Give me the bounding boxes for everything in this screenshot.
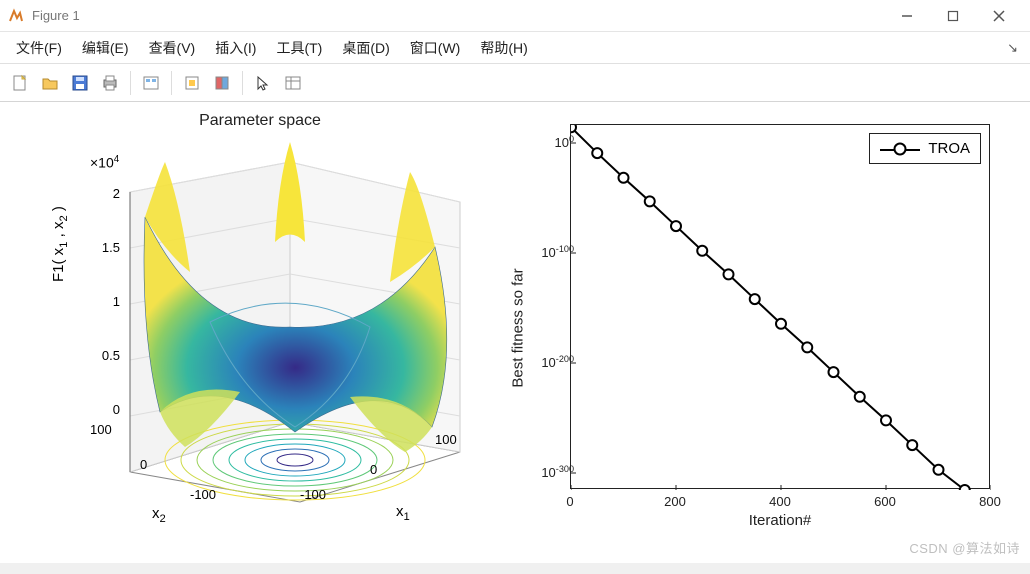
watermark: CSDN @算法如诗 — [909, 538, 1020, 557]
save-button[interactable] — [66, 69, 94, 97]
xtick: 200 — [664, 494, 686, 509]
menu-insert[interactable]: 插入(I) — [205, 34, 266, 62]
menubar: 文件(F) 编辑(E) 查看(V) 插入(I) 工具(T) 桌面(D) 窗口(W… — [0, 32, 1030, 64]
window-controls — [884, 0, 1022, 32]
legend-sample-icon — [880, 142, 920, 156]
axes-2d[interactable]: TROA 100 10-100 10-200 10-300 0 200 400 600 800… — [520, 124, 1000, 532]
line-plot — [571, 125, 991, 490]
new-figure-button[interactable] — [6, 69, 34, 97]
x1tick: 0 — [370, 462, 377, 477]
toolbar-separator — [242, 71, 243, 95]
surface-plot — [90, 132, 480, 512]
ytick: 100 — [526, 134, 574, 150]
maximize-button[interactable] — [930, 0, 976, 32]
x2tick: 100 — [90, 422, 112, 437]
x2-axis-label: x2 — [152, 505, 166, 525]
browse-figure-button[interactable] — [137, 69, 165, 97]
y-axis-label: Best fitness so far — [510, 268, 527, 387]
legend-label: TROA — [928, 140, 970, 157]
x2tick: -100 — [190, 487, 216, 502]
x1-axis-label: x1 — [396, 503, 410, 523]
ytick: 10-100 — [526, 244, 574, 260]
legend[interactable]: TROA — [869, 133, 981, 164]
axes-box: TROA — [570, 124, 990, 489]
x1tick: -100 — [300, 487, 326, 502]
toolbar — [0, 64, 1030, 102]
toolbar-separator — [171, 71, 172, 95]
axes-3d[interactable]: Parameter space ×104 0 0.5 1 1.5 2 F1( x… — [30, 112, 490, 542]
x2tick: 0 — [140, 457, 147, 472]
figure-canvas[interactable]: Parameter space ×104 0 0.5 1 1.5 2 F1( x… — [0, 102, 1030, 563]
app-icon — [8, 8, 24, 24]
ytick: 10-200 — [526, 354, 574, 370]
close-button[interactable] — [976, 0, 1022, 32]
menu-window[interactable]: 窗口(W) — [400, 34, 471, 62]
menu-file[interactable]: 文件(F) — [6, 34, 72, 62]
xtick: 800 — [979, 494, 1001, 509]
dock-arrow-icon[interactable]: ↘ — [1001, 40, 1024, 56]
xtick: 600 — [874, 494, 896, 509]
titlebar: Figure 1 — [0, 0, 1030, 32]
ytick: 10-300 — [526, 464, 574, 480]
toolbar-separator — [130, 71, 131, 95]
menu-help[interactable]: 帮助(H) — [470, 34, 537, 62]
properties-button[interactable] — [279, 69, 307, 97]
open-button[interactable] — [36, 69, 64, 97]
xtick: 0 — [566, 494, 573, 509]
menu-view[interactable]: 查看(V) — [139, 34, 206, 62]
colorbar-button[interactable] — [208, 69, 236, 97]
link-axes-button[interactable] — [178, 69, 206, 97]
menu-edit[interactable]: 编辑(E) — [72, 34, 139, 62]
x1tick: 100 — [435, 432, 457, 447]
xtick: 400 — [769, 494, 791, 509]
menu-tools[interactable]: 工具(T) — [266, 34, 332, 62]
window-title: Figure 1 — [32, 8, 884, 23]
z-axis-label: F1( x1 , x2 ) — [50, 206, 70, 282]
axes-title: Parameter space — [30, 112, 490, 130]
print-button[interactable] — [96, 69, 124, 97]
pointer-button[interactable] — [249, 69, 277, 97]
minimize-button[interactable] — [884, 0, 930, 32]
menu-desktop[interactable]: 桌面(D) — [332, 34, 399, 62]
